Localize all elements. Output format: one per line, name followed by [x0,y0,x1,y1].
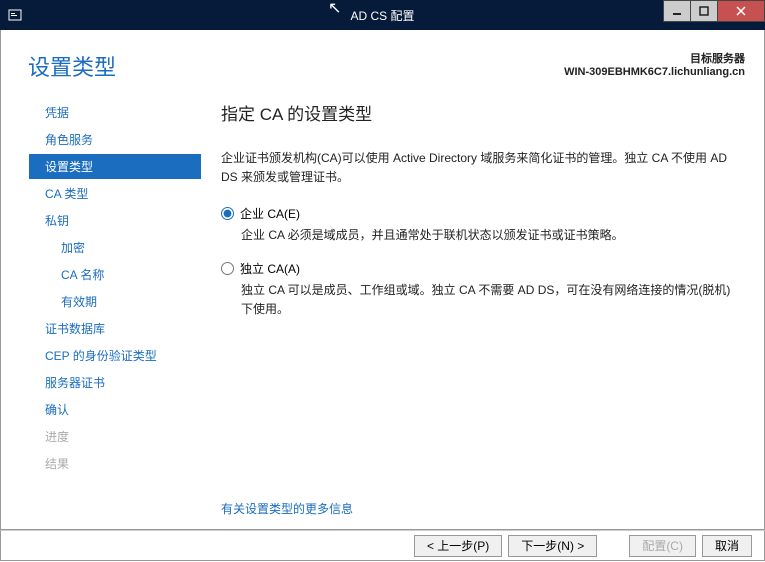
main-description: 企业证书颁发机构(CA)可以使用 Active Directory 域服务来简化… [221,149,739,187]
radio-input[interactable] [221,262,234,275]
radio-input[interactable] [221,207,234,220]
footer: < 上一步(P) 下一步(N) > 配置(C) 取消 [0,530,765,561]
nav-item[interactable]: 私钥 [29,208,201,233]
radio-label: 独立 CA(A) [240,260,300,277]
prev-button[interactable]: < 上一步(P) [414,535,502,557]
next-button[interactable]: 下一步(N) > [508,535,597,557]
nav-item[interactable]: 确认 [29,397,201,422]
minimize-button[interactable] [663,0,691,22]
window-title: AD CS 配置 [350,7,414,24]
radio-label: 企业 CA(E) [240,205,300,222]
maximize-button[interactable] [690,0,718,22]
nav-item[interactable]: 凭据 [29,100,201,125]
main-heading: 指定 CA 的设置类型 [221,100,739,125]
configure-button: 配置(C) [629,535,696,557]
radio-row[interactable]: 企业 CA(E) [221,205,739,222]
cancel-button[interactable]: 取消 [702,535,752,557]
radio-description: 企业 CA 必须是域成员，并且通常处于联机状态以颁发证书或证书策略。 [241,226,739,245]
nav-item: 进度 [29,424,201,449]
app-icon [0,0,30,30]
more-info-link[interactable]: 有关设置类型的更多信息 [221,500,353,517]
main-panel: 指定 CA 的设置类型 企业证书颁发机构(CA)可以使用 Active Dire… [201,30,764,529]
radio-row[interactable]: 独立 CA(A) [221,260,739,277]
ca-type-option: 企业 CA(E) 企业 CA 必须是域成员，并且通常处于联机状态以颁发证书或证书策… [221,205,739,245]
wizard-nav: 凭据角色服务设置类型CA 类型私钥加密CA 名称有效期证书数据库CEP 的身份验… [1,30,201,529]
nav-item[interactable]: 加密 [29,235,201,260]
titlebar: ↖ AD CS 配置 [0,0,765,30]
nav-item: 结果 [29,451,201,476]
ca-type-option: 独立 CA(A) 独立 CA 可以是成员、工作组或域。独立 CA 不需要 AD D… [221,260,739,319]
window-controls [664,0,765,22]
nav-item[interactable]: CEP 的身份验证类型 [29,343,201,368]
nav-item[interactable]: 设置类型 [29,154,201,179]
nav-item[interactable]: 服务器证书 [29,370,201,395]
nav-item[interactable]: CA 名称 [29,262,201,287]
radio-description: 独立 CA 可以是成员、工作组或域。独立 CA 不需要 AD DS，可在没有网络… [241,281,739,319]
nav-item[interactable]: 证书数据库 [29,316,201,341]
nav-item[interactable]: 角色服务 [29,127,201,152]
close-button[interactable] [717,0,765,22]
nav-item[interactable]: CA 类型 [29,181,201,206]
mouse-cursor-icon: ↖ [328,0,341,18]
nav-item[interactable]: 有效期 [29,289,201,314]
